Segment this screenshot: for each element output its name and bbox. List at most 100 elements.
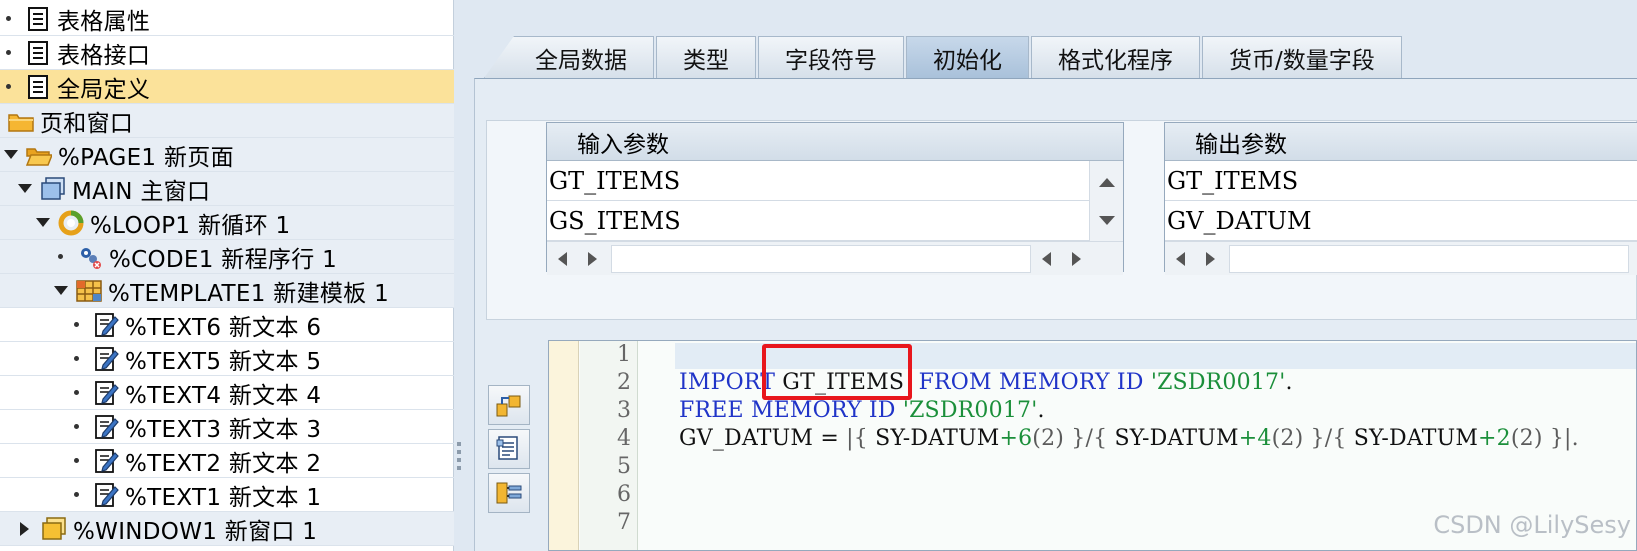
template-delimiter: }|. (1542, 426, 1579, 451)
length: (2) (1510, 426, 1543, 451)
tree-item-label: 全局定义 (57, 76, 151, 103)
tab-global-data[interactable]: 全局数据 (484, 36, 654, 78)
offset: +4 (1238, 426, 1272, 451)
punctuation: . (1037, 398, 1045, 423)
keyword: FREE MEMORY ID (679, 398, 903, 423)
bullet-icon (74, 390, 79, 395)
keyword: FROM MEMORY ID (911, 370, 1151, 395)
tree-item-text3[interactable]: %TEXT3 新文本 3 (0, 410, 454, 444)
tree-item-table-interface[interactable]: 表格接口 (0, 36, 454, 70)
tab-types[interactable]: 类型 (656, 36, 756, 78)
code-gear-icon (77, 244, 103, 270)
collapsed-triangle-icon[interactable] (20, 521, 29, 536)
fold-column (549, 341, 579, 550)
code-line-2: IMPORT GT_ITEMS FROM MEMORY ID 'ZSDR0017… (679, 370, 1293, 395)
text-edit-icon (93, 312, 119, 338)
current-line-highlight (675, 343, 1636, 369)
template-delimiter: }/{ (1303, 426, 1354, 451)
folder-icon (8, 108, 34, 134)
scroll-left-icon[interactable] (1165, 244, 1195, 274)
tab-strip: 全局数据 类型 字段符号 初始化 格式化程序 货币/数量字段 (484, 36, 1404, 78)
scroll-right-icon[interactable] (1061, 244, 1091, 274)
scroll-right-icon[interactable] (577, 244, 607, 274)
tree-item-label: %TEXT5 新文本 5 (125, 348, 322, 375)
offset: +2 (1478, 426, 1511, 451)
bullet-icon (6, 16, 11, 21)
horizontal-scrollbar[interactable] (1165, 241, 1637, 275)
template-delimiter: |{ (846, 426, 876, 451)
scroll-left-icon[interactable] (1031, 244, 1061, 274)
text-edit-icon (93, 414, 119, 440)
tree-item-label: %TEXT6 新文本 6 (125, 314, 322, 341)
horizontal-scrollbar[interactable] (547, 241, 1123, 275)
expand-triangle-icon[interactable] (54, 286, 68, 295)
tree-item-loop1[interactable]: %LOOP1 新循环 1 (0, 206, 454, 240)
tree-item-window1[interactable]: %WINDOW1 新窗口 1 (0, 512, 454, 546)
code-line-3: FREE MEMORY ID 'ZSDR0017'. (679, 398, 1045, 423)
scroll-track[interactable] (611, 244, 1031, 273)
bullet-icon (74, 322, 79, 327)
expand-triangle-icon[interactable] (18, 184, 32, 193)
output-parameters-header: 输出参数 (1165, 123, 1637, 161)
tree-item-global-definitions[interactable]: 全局定义 (0, 70, 454, 104)
keyword: IMPORT (679, 370, 776, 395)
bullet-icon (58, 254, 63, 259)
pretty-printer-button[interactable] (488, 429, 530, 469)
scroll-track[interactable] (1229, 244, 1629, 273)
tree-item-label: %CODE1 新程序行 1 (109, 246, 338, 273)
tree-item-label: 页和窗口 (40, 110, 134, 137)
vertical-scrollbar[interactable] (1089, 161, 1123, 241)
scroll-up-icon[interactable] (1092, 167, 1122, 197)
output-param-row[interactable]: GT_ITEMS (1165, 161, 1637, 201)
string-literal: 'ZSDR0017' (1150, 370, 1286, 395)
tree-item-label: %LOOP1 新循环 1 (90, 212, 291, 239)
document-icon (25, 40, 51, 66)
tree-item-text4[interactable]: %TEXT4 新文本 4 (0, 376, 454, 410)
bullet-icon (6, 84, 11, 89)
text-edit-icon (93, 346, 119, 372)
code-line-4: GV_DATUM = |{ SY-DATUM+6(2) }/{ SY-DATUM… (679, 426, 1579, 451)
line-number: 6 (617, 482, 631, 507)
tree-item-table-attributes[interactable]: 表格属性 (0, 2, 454, 36)
tree-item-text2[interactable]: %TEXT2 新文本 2 (0, 444, 454, 478)
length: (2) (1271, 426, 1304, 451)
tree-item-page1[interactable]: %PAGE1 新页面 (0, 138, 454, 172)
offset: +6 (999, 426, 1033, 451)
scroll-left-icon[interactable] (547, 244, 577, 274)
tools-icon (496, 482, 522, 504)
input-parameters-table: 输入参数 GT_ITEMS GS_ITEMS (546, 122, 1124, 275)
loop-icon (58, 210, 84, 236)
tree-item-template1[interactable]: %TEMPLATE1 新建模板 1 (0, 274, 454, 308)
expand-triangle-icon[interactable] (4, 150, 18, 159)
pattern-icon (496, 395, 521, 417)
string-literal: 'ZSDR0017' (902, 398, 1038, 423)
tab-format-routines[interactable]: 格式化程序 (1031, 36, 1200, 78)
tree-item-pages-windows[interactable]: 页和窗口 (0, 104, 454, 138)
template-delimiter: }/{ (1064, 426, 1115, 451)
punctuation: . (1285, 370, 1293, 395)
tree-item-code1[interactable]: %CODE1 新程序行 1 (0, 240, 454, 274)
tree-item-text6[interactable]: %TEXT6 新文本 6 (0, 308, 454, 342)
tree-item-label: %WINDOW1 新窗口 1 (73, 518, 318, 545)
tab-currency-quantity-fields[interactable]: 货币/数量字段 (1202, 36, 1402, 78)
pattern-button[interactable] (488, 385, 530, 425)
watermark: CSDN @LilySesy (1433, 511, 1631, 539)
tree-item-text5[interactable]: %TEXT5 新文本 5 (0, 342, 454, 376)
document-list-icon (496, 436, 518, 460)
tree-item-text1[interactable]: %TEXT1 新文本 1 (0, 478, 454, 512)
tree-item-main-window[interactable]: MAIN 主窗口 (0, 172, 454, 206)
detail-panel: 全局数据 类型 字段符号 初始化 格式化程序 货币/数量字段 输入参数 GT_I… (464, 0, 1637, 551)
input-param-row[interactable]: GS_ITEMS (547, 201, 1089, 241)
line-number: 5 (617, 454, 631, 479)
scroll-down-icon[interactable] (1092, 205, 1122, 235)
line-number: 2 (617, 370, 631, 395)
check-button[interactable] (488, 473, 530, 513)
tab-initialization[interactable]: 初始化 (906, 36, 1029, 78)
pane-splitter[interactable] (454, 0, 464, 551)
tab-field-symbols[interactable]: 字段符号 (758, 36, 904, 78)
scroll-right-icon[interactable] (1195, 244, 1225, 274)
input-param-row[interactable]: GT_ITEMS (547, 161, 1089, 201)
tree-item-label: 表格属性 (57, 8, 151, 35)
expand-triangle-icon[interactable] (36, 218, 50, 227)
output-param-row[interactable]: GV_DATUM (1165, 201, 1637, 241)
